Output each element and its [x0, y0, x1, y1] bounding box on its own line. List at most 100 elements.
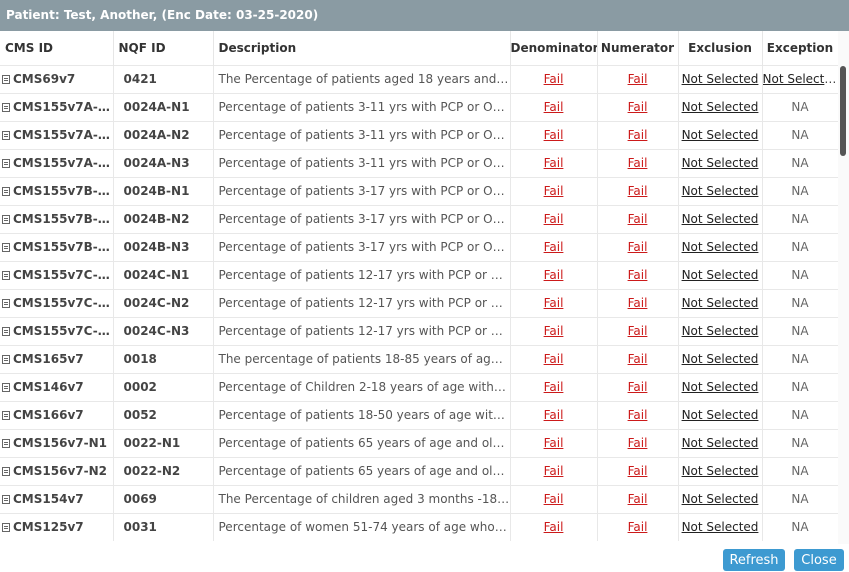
document-icon[interactable]	[2, 131, 10, 140]
table-row[interactable]: CMS155v7C-N2 0024C-N2 Percentage of patien…	[0, 288, 839, 317]
table-row[interactable]: CMS155v7C-N1 0024C-N1 Percentage of patien…	[0, 260, 839, 289]
numerator-link[interactable]: Fail	[628, 184, 648, 198]
numerator-link[interactable]: Fail	[628, 156, 648, 170]
denominator-link[interactable]: Fail	[544, 268, 564, 282]
exclusion-link[interactable]: Not Selected	[682, 100, 759, 114]
document-icon[interactable]	[2, 495, 10, 504]
exclusion-link[interactable]: Not Selected	[682, 156, 759, 170]
exclusion-link[interactable]: Not Selected	[682, 464, 759, 478]
numerator-link[interactable]: Fail	[628, 212, 648, 226]
refresh-button[interactable]: Refresh	[723, 549, 785, 571]
numerator-link[interactable]: Fail	[628, 408, 648, 422]
denominator-link[interactable]: Fail	[544, 240, 564, 254]
denominator-link[interactable]: Fail	[544, 296, 564, 310]
document-icon[interactable]	[2, 187, 10, 196]
numerator-link[interactable]: Fail	[628, 72, 648, 86]
table-row[interactable]: CMS155v7A-N1 0024A-N1 Percentage of patien…	[0, 92, 839, 121]
numerator-link[interactable]: Fail	[628, 100, 648, 114]
numerator-link[interactable]: Fail	[628, 268, 648, 282]
header-denominator[interactable]: Denominator	[510, 31, 598, 65]
header-exclusion[interactable]: Exclusion	[678, 31, 763, 65]
numerator-link[interactable]: Fail	[628, 380, 648, 394]
header-numerator[interactable]: Numerator	[597, 31, 679, 65]
denominator-link[interactable]: Fail	[544, 520, 564, 534]
numerator-link[interactable]: Fail	[628, 492, 648, 506]
document-icon[interactable]	[2, 75, 10, 84]
document-icon[interactable]	[2, 523, 10, 533]
exclusion-link[interactable]: Not Selected	[682, 324, 759, 338]
table-row[interactable]: CMS156v7-N1 0022-N1 Percentage of patients…	[0, 428, 839, 457]
numerator-link[interactable]: Fail	[628, 436, 648, 450]
header-cms-id[interactable]: CMS ID	[0, 31, 114, 65]
document-icon[interactable]	[2, 383, 10, 392]
numerator-link[interactable]: Fail	[628, 520, 648, 534]
table-row[interactable]: CMS69v7 0421 The Percentage of patients ag…	[0, 64, 839, 93]
exclusion-link[interactable]: Not Selected	[682, 436, 759, 450]
exclusion-link[interactable]: Not Selected	[682, 268, 759, 282]
exclusion-link[interactable]: Not Selected	[682, 184, 759, 198]
table-row[interactable]: CMS155v7C-N3 0024C-N3 Percentage of patien…	[0, 316, 839, 345]
table-row[interactable]: CMS155v7B-N1 0024B-N1 Percentage of patien…	[0, 176, 839, 205]
denominator-link[interactable]: Fail	[544, 212, 564, 226]
document-icon[interactable]	[2, 439, 10, 448]
denominator-link[interactable]: Fail	[544, 324, 564, 338]
table-row[interactable]: CMS155v7B-N2 0024B-N2 Percentage of patien…	[0, 204, 839, 233]
numerator-link[interactable]: Fail	[628, 240, 648, 254]
denominator-link[interactable]: Fail	[544, 492, 564, 506]
denominator-link[interactable]: Fail	[544, 156, 564, 170]
table-row[interactable]: CMS154v7 0069 The Percentage of children a…	[0, 484, 839, 513]
document-icon[interactable]	[2, 327, 10, 336]
document-icon[interactable]	[2, 215, 10, 224]
document-icon[interactable]	[2, 355, 10, 364]
document-icon[interactable]	[2, 159, 10, 168]
denominator-link[interactable]: Fail	[544, 352, 564, 366]
numerator-link[interactable]: Fail	[628, 128, 648, 142]
exclusion-link[interactable]: Not Selected	[682, 128, 759, 142]
exclusion-link[interactable]: Not Selected	[682, 212, 759, 226]
denominator-link[interactable]: Fail	[544, 72, 564, 86]
table-row[interactable]: CMS155v7A-N3 0024A-N3 Percentage of patien…	[0, 148, 839, 177]
denominator-link[interactable]: Fail	[544, 100, 564, 114]
exclusion-link[interactable]: Not Selected	[682, 520, 759, 534]
close-button[interactable]: Close	[794, 549, 844, 571]
numerator-link[interactable]: Fail	[628, 352, 648, 366]
document-icon[interactable]	[2, 103, 10, 112]
document-icon[interactable]	[2, 411, 10, 420]
table-row[interactable]: CMS156v7-N2 0022-N2 Percentage of patients…	[0, 456, 839, 485]
numerator-link[interactable]: Fail	[628, 324, 648, 338]
document-icon[interactable]	[2, 467, 10, 476]
numerator-link[interactable]: Fail	[628, 464, 648, 478]
table-row[interactable]: CMS165v7 0018 The percentage of patients 1…	[0, 344, 839, 373]
vertical-scrollbar[interactable]	[838, 31, 849, 544]
cms-id: CMS155v7C-N1	[13, 268, 113, 282]
table-row[interactable]: CMS125v7 0031 Percentage of women 51-74 ye…	[0, 512, 839, 541]
exception-cell: NA	[762, 372, 839, 401]
exclusion-link[interactable]: Not Selected	[682, 380, 759, 394]
denominator-link[interactable]: Fail	[544, 408, 564, 422]
exclusion-link[interactable]: Not Selected	[682, 296, 759, 310]
header-exception[interactable]: Exception	[762, 31, 839, 65]
exclusion-link[interactable]: Not Selected	[682, 408, 759, 422]
document-icon[interactable]	[2, 243, 10, 252]
table-row[interactable]: CMS146v7 0002 Percentage of Children 2-18 …	[0, 372, 839, 401]
denominator-link[interactable]: Fail	[544, 464, 564, 478]
denominator-link[interactable]: Fail	[544, 184, 564, 198]
exclusion-link[interactable]: Not Selected	[682, 72, 759, 86]
document-icon[interactable]	[2, 271, 10, 280]
exception-link: NA	[791, 268, 809, 282]
table-row[interactable]: CMS155v7A-N2 0024A-N2 Percentage of patien…	[0, 120, 839, 149]
exclusion-link[interactable]: Not Selected	[682, 352, 759, 366]
table-row[interactable]: CMS166v7 0052 Percentage of patients 18-50…	[0, 400, 839, 429]
header-description[interactable]: Description	[213, 31, 511, 65]
numerator-link[interactable]: Fail	[628, 296, 648, 310]
exclusion-link[interactable]: Not Selected	[682, 492, 759, 506]
denominator-link[interactable]: Fail	[544, 436, 564, 450]
header-nqf-id[interactable]: NQF ID	[113, 31, 214, 65]
denominator-link[interactable]: Fail	[544, 128, 564, 142]
scrollbar-thumb[interactable]	[840, 66, 846, 156]
exclusion-link[interactable]: Not Selected	[682, 240, 759, 254]
denominator-link[interactable]: Fail	[544, 380, 564, 394]
exception-link[interactable]: Not Selected	[763, 72, 838, 86]
table-row[interactable]: CMS155v7B-N3 0024B-N3 Percentage of patien…	[0, 232, 839, 261]
document-icon[interactable]	[2, 299, 10, 308]
